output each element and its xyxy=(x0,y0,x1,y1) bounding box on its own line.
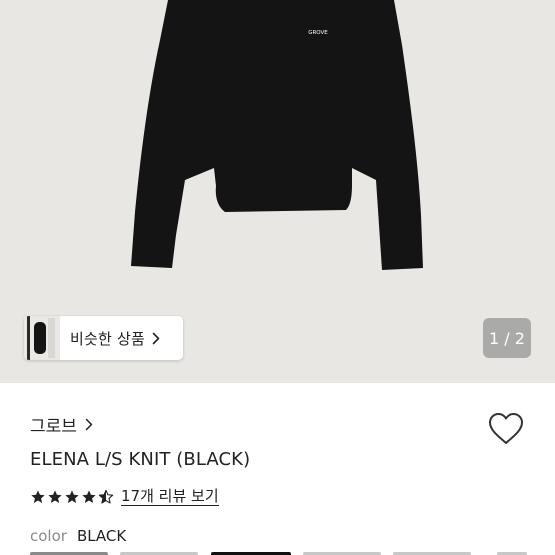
image-page-indicator: 1 / 2 xyxy=(483,318,531,358)
star-icon xyxy=(31,489,45,503)
star-icon xyxy=(65,489,79,503)
similar-product-thumbnail xyxy=(24,316,60,360)
similar-products-button[interactable]: 비슷한 상품 xyxy=(24,316,183,360)
star-half-icon xyxy=(98,489,114,504)
color-label: color xyxy=(30,527,67,545)
rating-row: 17개 리뷰 보기 xyxy=(30,487,219,506)
heart-icon xyxy=(489,413,523,444)
brand-name: 그로브 xyxy=(30,417,77,437)
color-value: BLACK xyxy=(76,527,127,545)
chevron-right-icon xyxy=(152,332,160,345)
wishlist-heart-button[interactable] xyxy=(486,410,526,448)
brand-link[interactable]: 그로브 xyxy=(30,412,93,437)
similar-products-label: 비슷한 상품 xyxy=(70,329,145,348)
chevron-right-icon xyxy=(85,418,93,431)
color-row: color BLACK xyxy=(30,527,126,545)
star-icon xyxy=(48,489,62,503)
sweater-silhouette xyxy=(131,0,423,270)
sweater-logo-text: GROVE xyxy=(308,30,328,36)
product-image-gallery[interactable]: GROVE 비슷한 상품 1 / 2 xyxy=(0,0,555,383)
review-link[interactable]: 17개 리뷰 보기 xyxy=(121,487,219,506)
star-rating xyxy=(30,489,114,505)
star-icon xyxy=(82,489,96,503)
product-title: ELENA L/S KNIT (BLACK) xyxy=(30,449,251,470)
